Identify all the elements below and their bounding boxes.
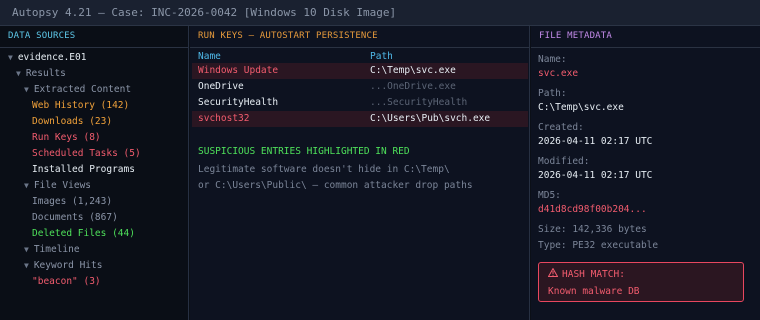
tree-item[interactable]: ▼ Timeline [24,242,80,258]
tree-item-label: Extracted Content [33,84,132,95]
tree-item[interactable]: "beacon" (3) [32,274,101,290]
file-metadata-header: FILE METADATA [531,26,760,48]
tree-item-label: Documents (867) [32,212,118,223]
tree-item[interactable]: ▼ evidence.E01 [8,50,86,66]
run-key-name: OneDrive [198,81,244,92]
tree-item-label: Run Keys (8) [32,132,101,143]
expand-chevron-icon[interactable]: ▼ [24,261,29,270]
run-key-path: C:\Users\Pub\svch.exe [370,113,491,124]
expand-chevron-icon[interactable]: ▼ [24,181,29,190]
name-value: svc.exe [538,68,579,79]
alert-description: Known malware DB [548,286,640,297]
name-label: Name: [538,54,567,65]
tree-item[interactable]: Images (1,243) [32,194,112,210]
expand-chevron-icon[interactable]: ▼ [16,69,21,78]
created-label: Created: [538,122,584,133]
alert-title: HASH MATCH: [562,269,625,280]
expand-chevron-icon[interactable]: ▼ [8,53,13,62]
run-key-name: svchost32 [198,113,250,124]
hash-match-alert: HASH MATCH: Known malware DB [538,262,744,302]
table-row[interactable]: OneDrive ...OneDrive.exe [192,79,528,95]
file-metadata-panel: FILE METADATA Name: svc.exe Path: C:\Tem… [531,26,760,320]
tree-item[interactable]: Run Keys (8) [32,130,101,146]
tree-item-label: "beacon" (3) [32,276,101,287]
table-row[interactable]: SecurityHealth ...SecurityHealth [192,95,528,111]
tree-item[interactable]: ▼ Keyword Hits [24,258,102,274]
type-text: Type: PE32 executable [538,240,659,251]
tree-item-label: Installed Programs [32,164,135,175]
window-title-bar: Autopsy 4.21 — Case: INC-2026-0042 [Wind… [0,0,760,26]
tree-item-label: Deleted Files (44) [32,228,135,239]
tree-item-label: File Views [33,180,92,191]
tree-item[interactable]: Scheduled Tasks (5) [32,146,141,162]
created-value: 2026-04-11 02:17 UTC [538,136,653,147]
suspicious-note-line-2: or C:\Users\Public\ — common attacker dr… [198,180,473,191]
md5-label: MD5: [538,190,561,201]
tree-item-label: Results [25,68,66,79]
run-keys-header: RUN KEYS — AUTOSTART PERSISTENCE [190,26,529,48]
tree-item-label: Downloads (23) [32,116,113,127]
tree-item-label: Web History (142) [32,100,130,111]
table-row[interactable]: svchost32 C:\Users\Pub\svch.exe [192,111,528,127]
tree-item[interactable]: Web History (142) [32,98,129,114]
window-title: Autopsy 4.21 — Case: INC-2026-0042 [Wind… [12,6,397,19]
suspicious-note-line-1: Legitimate software doesn't hide in C:\T… [198,164,450,175]
md5-value: d41d8cd98f00b204... [538,204,647,215]
tree-item[interactable]: ▼ Extracted Content [24,82,131,98]
tree-item[interactable]: Downloads (23) [32,114,112,130]
run-key-name: SecurityHealth [198,97,279,108]
tree-item-label: evidence.E01 [17,52,87,63]
data-sources-panel: DATA SOURCES ▼ evidence.E01 ▼ Results ▼ Extra… [0,26,189,320]
tree-item[interactable]: ▼ Results [16,66,66,82]
path-value: C:\Temp\svc.exe [538,102,624,113]
run-key-name: Windows Update [198,65,279,76]
size-text: Size: 142,336 bytes [538,224,647,235]
run-key-path: C:\Temp\svc.exe [370,65,456,76]
path-label: Path: [538,88,567,99]
expand-chevron-icon[interactable]: ▼ [24,85,29,94]
run-key-path: ...SecurityHealth [370,97,468,108]
tree-item-label: Keyword Hits [33,260,103,271]
run-keys-panel: RUN KEYS — AUTOSTART PERSISTENCE Name Pa… [190,26,530,320]
tree-item-label: Timeline [33,244,80,255]
tree-item[interactable]: Documents (867) [32,210,118,226]
suspicious-note-title: SUSPICIOUS ENTRIES HIGHLIGHTED IN RED [198,146,410,157]
run-key-path: ...OneDrive.exe [370,81,456,92]
tree-item[interactable]: ▼ File Views [24,178,91,194]
modified-value: 2026-04-11 02:17 UTC [538,170,653,181]
tree-item[interactable]: Deleted Files (44) [32,226,135,242]
tree-item[interactable]: Installed Programs [32,162,135,178]
table-row[interactable]: Windows Update C:\Temp\svc.exe [192,63,528,79]
data-sources-header: DATA SOURCES [0,26,188,48]
tree-item-label: Scheduled Tasks (5) [32,148,141,159]
warning-triangle-icon [547,267,559,280]
tree-item-label: Images (1,243) [32,196,113,207]
expand-chevron-icon[interactable]: ▼ [24,245,29,254]
modified-label: Modified: [538,156,590,167]
